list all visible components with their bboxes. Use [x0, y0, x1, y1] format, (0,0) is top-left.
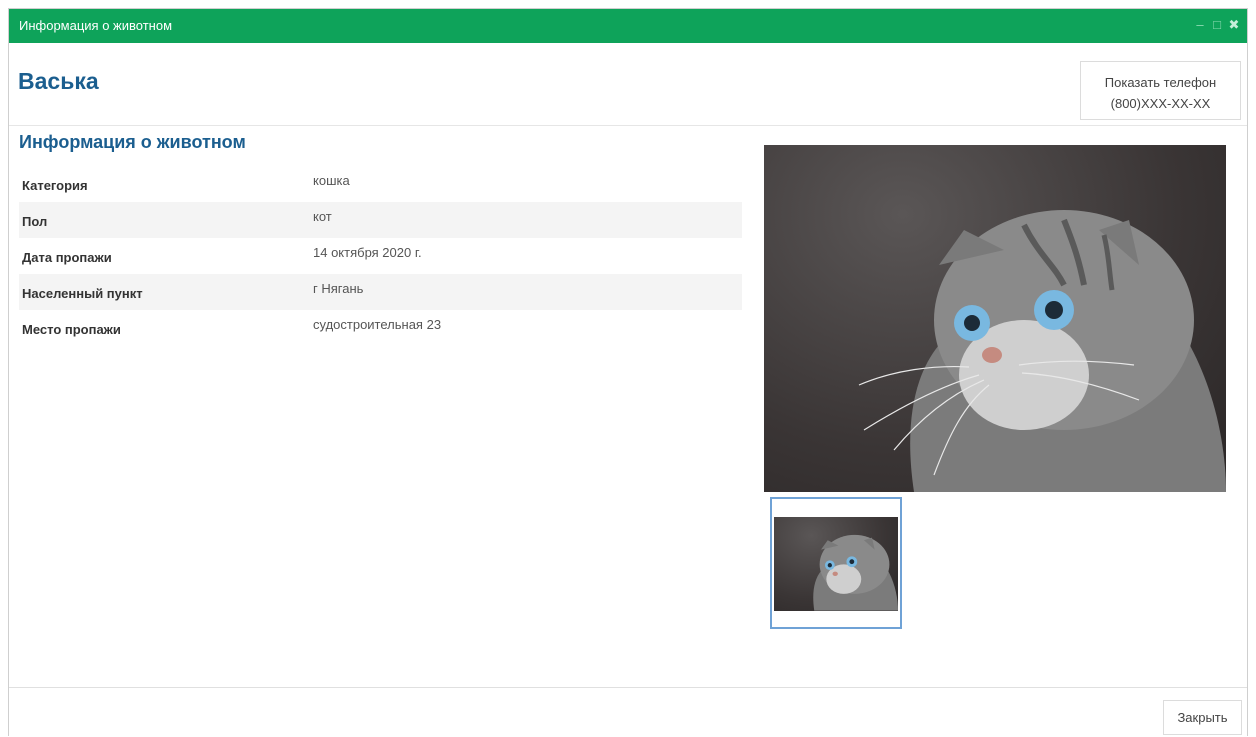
info-label: Населенный пункт: [22, 286, 143, 301]
info-value: кошка: [313, 173, 350, 188]
info-row-sex: Пол кот: [19, 202, 742, 238]
cat-thumb-photo: [813, 534, 898, 611]
animal-info-dialog: Информация о животном – □ ✖ Васька Показ…: [8, 8, 1248, 736]
info-label: Дата пропажи: [22, 250, 112, 265]
info-value: кот: [313, 209, 332, 224]
minimize-icon[interactable]: –: [1193, 18, 1207, 32]
show-phone-button[interactable]: Показать телефон (800)XXX-XX-XX: [1080, 61, 1241, 120]
info-value: г Нягань: [313, 281, 364, 296]
dialog-header: Васька Показать телефон (800)XXX-XX-XX: [9, 43, 1247, 126]
info-row-settlement: Населенный пункт г Нягань: [19, 274, 742, 310]
pet-name: Васька: [18, 68, 99, 94]
photo-thumbnail[interactable]: [770, 497, 902, 629]
masked-phone: (800)XXX-XX-XX: [1110, 96, 1211, 111]
maximize-icon[interactable]: □: [1210, 18, 1224, 32]
info-row-loss-date: Дата пропажи 14 октября 2020 г.: [19, 238, 742, 274]
cat-photo: [858, 210, 1226, 492]
info-row-loss-place: Место пропажи судостроительная 23: [19, 310, 742, 346]
info-label: Место пропажи: [22, 322, 121, 337]
info-value: судостроительная 23: [313, 317, 442, 332]
dialog-titlebar[interactable]: Информация о животном – □ ✖: [9, 9, 1247, 43]
dialog-footer: Закрыть: [9, 687, 1247, 737]
main-photo[interactable]: [764, 145, 1226, 492]
info-label: Пол: [22, 214, 48, 229]
close-button[interactable]: Закрыть: [1163, 700, 1242, 735]
info-row-category: Категория кошка: [19, 166, 742, 202]
thumbnail-image: [774, 517, 898, 611]
show-phone-label: Показать телефон: [1104, 75, 1217, 90]
window-controls: – □ ✖: [1193, 18, 1241, 32]
section-title: Информация о животном: [19, 132, 246, 152]
dialog-title: Информация о животном: [19, 18, 173, 33]
info-table: Категория кошка Пол кот Дата пропажи 14 …: [19, 166, 742, 346]
info-value: 14 октября 2020 г.: [313, 245, 422, 260]
close-icon[interactable]: ✖: [1227, 18, 1241, 32]
info-label: Категория: [22, 178, 88, 193]
